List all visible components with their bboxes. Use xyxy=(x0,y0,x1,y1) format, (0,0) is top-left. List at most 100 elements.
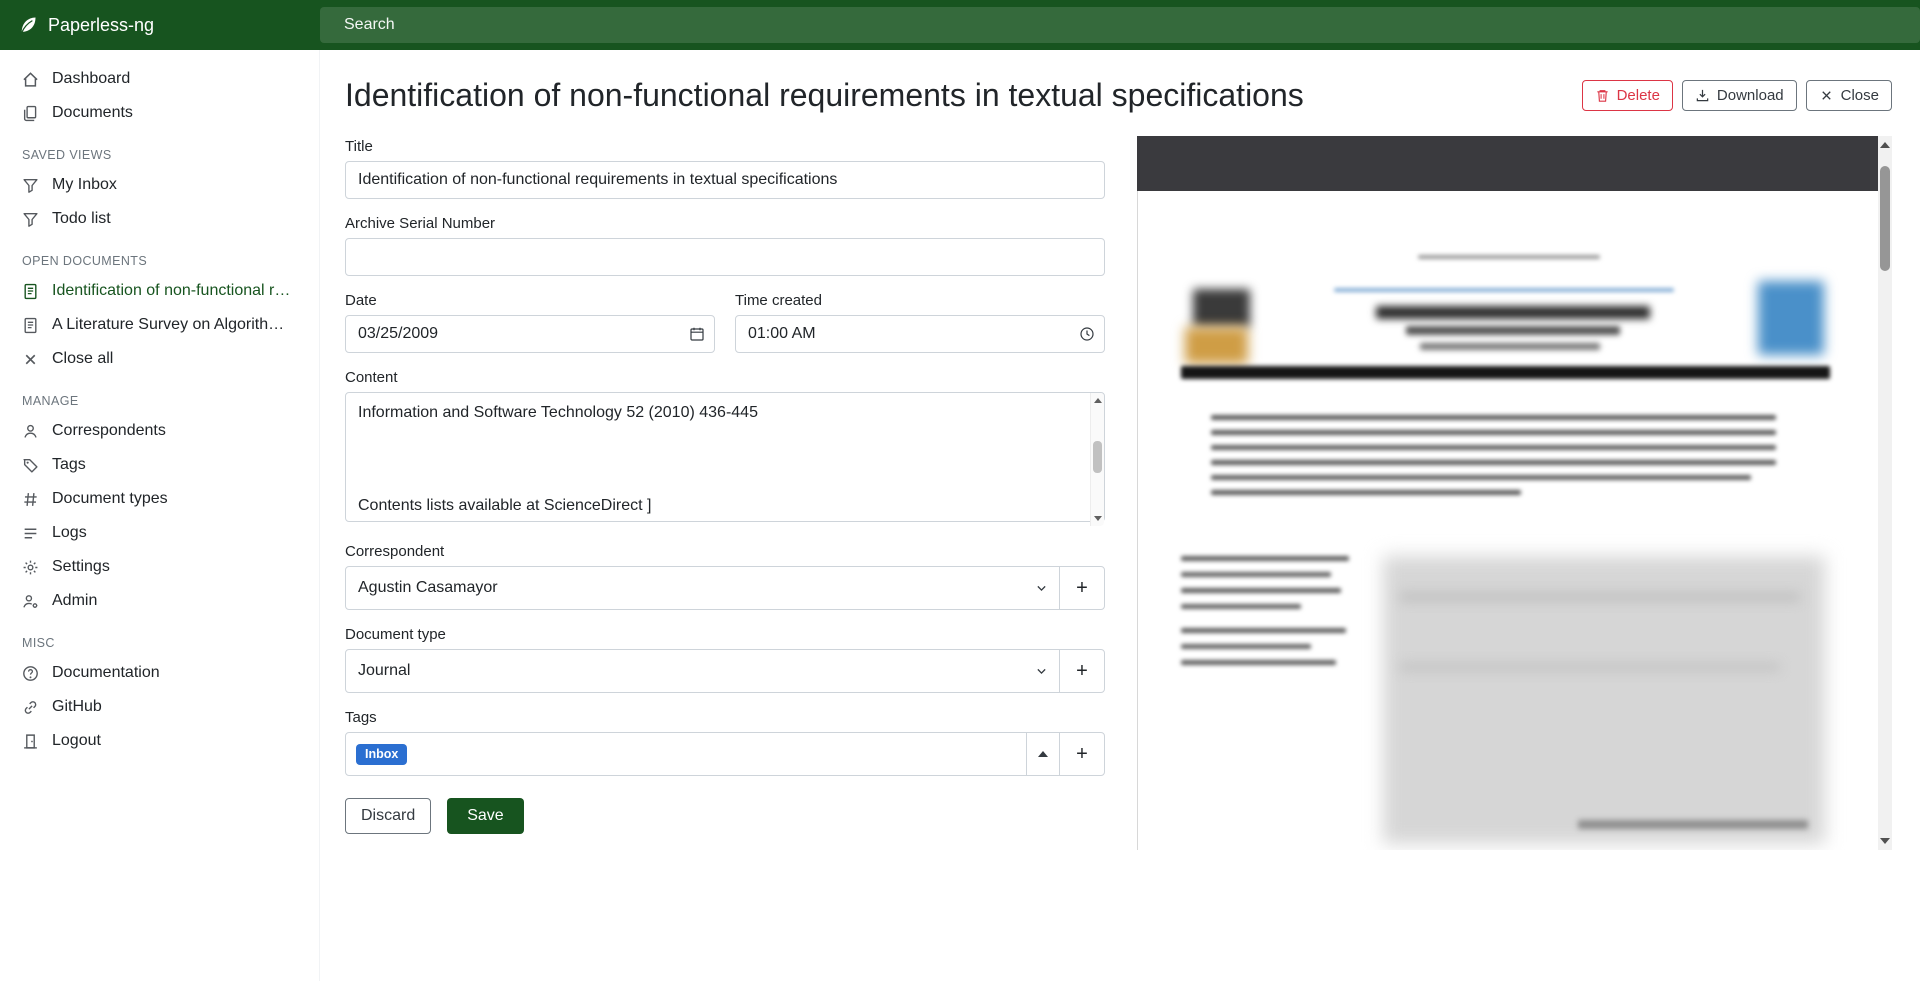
sidebar-item-settings[interactable]: Settings xyxy=(0,550,319,584)
funnel-icon xyxy=(22,211,39,228)
sidebar-item-label: A Literature Survey on Algorithms for Mu… xyxy=(52,316,297,334)
tags-select[interactable]: Inbox xyxy=(345,732,1027,776)
blur-title xyxy=(1376,306,1650,319)
sidebar-open-doc-2[interactable]: A Literature Survey on Algorithms for Mu… xyxy=(0,308,319,342)
sidebar-item-label: Admin xyxy=(52,592,97,610)
person-gear-icon xyxy=(22,593,39,610)
sidebar-item-label: Documents xyxy=(52,104,133,122)
house-icon xyxy=(22,71,39,88)
close-button[interactable]: Close xyxy=(1806,80,1892,111)
scrollbar-thumb[interactable] xyxy=(1093,441,1102,473)
blur-body-streak xyxy=(1400,593,1800,601)
save-button[interactable]: Save xyxy=(447,798,523,834)
sidebar-item-label: My Inbox xyxy=(52,176,117,194)
sidebar-item-label: GitHub xyxy=(52,698,102,716)
sidebar-section-misc: MISC xyxy=(0,618,319,656)
sidebar-item-label: Close all xyxy=(52,350,113,368)
add-tag-button[interactable]: + xyxy=(1059,732,1105,776)
document-type-field-label: Document type xyxy=(345,626,1105,643)
list-icon xyxy=(22,525,39,542)
blur-body-streak xyxy=(1400,663,1780,671)
title-input[interactable] xyxy=(345,161,1105,199)
sidebar-item-documents[interactable]: Documents xyxy=(0,96,319,130)
blur-subtitle xyxy=(1406,326,1620,335)
chevron-down-icon xyxy=(1035,665,1048,678)
sidebar-item-correspondents[interactable]: Correspondents xyxy=(0,414,319,448)
archive-serial-number-input[interactable] xyxy=(345,238,1105,276)
link-icon xyxy=(22,699,39,716)
blur-journal-cover xyxy=(1758,281,1824,355)
sidebar-item-label: Todo list xyxy=(52,210,111,228)
document-type-select[interactable]: Journal xyxy=(345,649,1060,693)
download-button[interactable]: Download xyxy=(1682,80,1797,111)
page-title: Identification of non-functional require… xyxy=(345,76,1304,114)
scroll-up-arrow[interactable] xyxy=(1094,398,1102,403)
discard-button[interactable]: Discard xyxy=(345,798,431,834)
sidebar-item-my-inbox[interactable]: My Inbox xyxy=(0,168,319,202)
document-detail: Identification of non-functional require… xyxy=(320,50,1920,981)
sidebar-item-close-all[interactable]: Close all xyxy=(0,342,319,376)
hash-icon xyxy=(22,491,39,508)
content-scrollbar[interactable] xyxy=(1090,393,1104,526)
scroll-down-arrow[interactable] xyxy=(1880,838,1890,844)
sidebar-item-documentation[interactable]: Documentation xyxy=(0,656,319,690)
sidebar-item-label: Logout xyxy=(52,732,101,750)
correspondent-select[interactable]: Agustin Casamayor xyxy=(345,566,1060,610)
sidebar-item-tags[interactable]: Tags xyxy=(0,448,319,482)
trash-icon xyxy=(1595,88,1610,103)
tags-dropdown-button[interactable] xyxy=(1026,732,1060,776)
document-type-selected-value: Journal xyxy=(358,662,410,680)
blur-abstract-line xyxy=(1211,430,1776,435)
files-icon xyxy=(22,105,39,122)
brand[interactable]: Paperless-ng xyxy=(0,0,320,50)
blur-footer-line xyxy=(1578,820,1808,829)
sidebar-item-github[interactable]: GitHub xyxy=(0,690,319,724)
sidebar-item-admin[interactable]: Admin xyxy=(0,584,319,618)
add-correspondent-button[interactable]: + xyxy=(1059,566,1105,610)
tag-icon xyxy=(22,457,39,474)
time-created-input[interactable] xyxy=(735,315,1105,353)
search-input[interactable] xyxy=(320,7,1920,43)
blur-logo-orange xyxy=(1185,327,1248,364)
blur-abstract-line xyxy=(1211,490,1521,495)
sidebar-item-document-types[interactable]: Document types xyxy=(0,482,319,516)
blur-abstract-line xyxy=(1211,415,1776,420)
sidebar-item-logs[interactable]: Logs xyxy=(0,516,319,550)
chevron-down-icon xyxy=(1035,582,1048,595)
download-icon xyxy=(1695,88,1710,103)
scroll-up-arrow[interactable] xyxy=(1880,142,1890,148)
funnel-icon xyxy=(22,177,39,194)
question-circle-icon xyxy=(22,665,39,682)
caret-up-icon xyxy=(1038,751,1048,757)
asn-field-label: Archive Serial Number xyxy=(345,215,1105,232)
blur-abstract-line xyxy=(1211,475,1751,480)
sidebar-item-logout[interactable]: Logout xyxy=(0,724,319,758)
brand-label: Paperless-ng xyxy=(48,15,154,36)
gear-icon xyxy=(22,559,39,576)
date-input[interactable] xyxy=(345,315,715,353)
blur-info-line xyxy=(1181,604,1301,609)
blur-info-line xyxy=(1181,588,1341,593)
download-button-label: Download xyxy=(1717,87,1784,104)
preview-scrollbar[interactable] xyxy=(1878,136,1892,850)
time-created-field-label: Time created xyxy=(735,292,1105,309)
close-icon xyxy=(1819,88,1834,103)
pdf-page xyxy=(1137,191,1878,850)
sidebar-open-doc-1[interactable]: Identification of non-functional require… xyxy=(0,274,319,308)
sidebar-item-label: Identification of non-functional require… xyxy=(52,282,297,300)
brand-logo-icon xyxy=(18,15,38,35)
delete-button[interactable]: Delete xyxy=(1582,80,1673,111)
content-textarea[interactable]: Information and Software Technology 52 (… xyxy=(345,392,1105,522)
pdf-toolbar xyxy=(1137,136,1878,191)
scroll-down-arrow[interactable] xyxy=(1094,516,1102,521)
date-field-label: Date xyxy=(345,292,715,309)
add-document-type-button[interactable]: + xyxy=(1059,649,1105,693)
sidebar-item-label: Logs xyxy=(52,524,87,542)
tags-field-label: Tags xyxy=(345,709,1105,726)
scrollbar-thumb[interactable] xyxy=(1880,166,1890,271)
sidebar-item-todo-list[interactable]: Todo list xyxy=(0,202,319,236)
sidebar-item-dashboard[interactable]: Dashboard xyxy=(0,62,319,96)
blur-blueline xyxy=(1334,288,1674,292)
sidebar-item-label: Correspondents xyxy=(52,422,166,440)
sidebar-item-label: Documentation xyxy=(52,664,160,682)
